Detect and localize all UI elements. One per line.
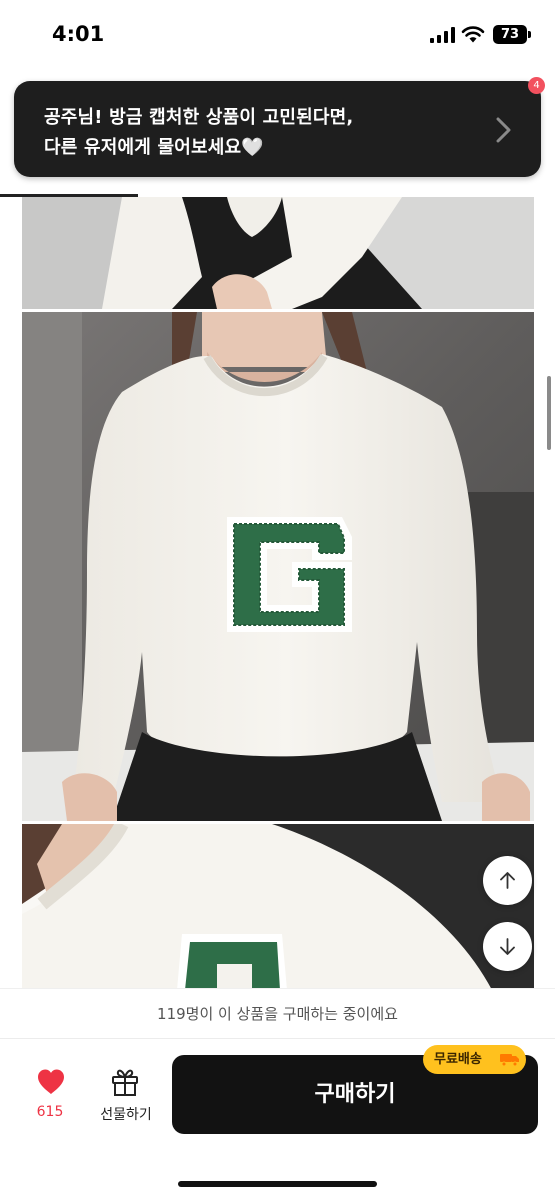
battery-icon: 73 bbox=[493, 25, 527, 44]
arrow-up-icon bbox=[500, 872, 515, 889]
sweater-photo-front-art bbox=[22, 312, 534, 821]
scroll-down-button[interactable] bbox=[483, 922, 532, 971]
battery-cap bbox=[528, 31, 531, 38]
like-count: 615 bbox=[36, 1104, 64, 1120]
sweater-photo-top[interactable] bbox=[22, 197, 534, 309]
gift-label[interactable]: 선물하기 bbox=[90, 1104, 162, 1124]
capture-toast[interactable]: 공주님! 방금 캡처한 상품이 고민된다면, 다른 유저에게 물어보세요🤍 bbox=[14, 81, 541, 177]
truck-icon bbox=[500, 1054, 519, 1067]
gift-icon[interactable] bbox=[110, 1067, 140, 1097]
sweater-photo-closeup[interactable] bbox=[22, 824, 534, 990]
free-shipping-label: 무료배송 bbox=[434, 1052, 482, 1067]
toast-message-line1: 공주님! 방금 캡처한 상품이 고민된다면, bbox=[44, 107, 354, 128]
toast-message-line2: 다른 유저에게 물어보세요🤍 bbox=[44, 137, 264, 158]
sweater-photo-front[interactable] bbox=[22, 312, 534, 821]
free-shipping-badge: 무료배송 bbox=[423, 1045, 526, 1074]
heart-icon[interactable] bbox=[36, 1068, 66, 1096]
sweater-photo-closeup-art bbox=[22, 824, 534, 990]
buying-notice-bar: 119명이 이 상품을 구매하는 중이에요 bbox=[0, 988, 555, 1038]
arrow-down-icon bbox=[500, 938, 515, 955]
scroll-up-button[interactable] bbox=[483, 856, 532, 905]
scrollbar[interactable] bbox=[547, 376, 551, 450]
home-indicator bbox=[178, 1181, 377, 1187]
chevron-right-icon[interactable] bbox=[493, 115, 515, 145]
buying-notice-text: 119명이 이 상품을 구매하는 중이에요 bbox=[157, 1005, 398, 1023]
notification-badge: 4 bbox=[528, 77, 545, 94]
wifi-icon bbox=[461, 26, 485, 43]
sweater-photo-top-art bbox=[22, 197, 534, 309]
status-time: 4:01 bbox=[52, 22, 105, 46]
status-bar: 4:01 73 bbox=[0, 0, 555, 70]
cellular-signal-icon bbox=[430, 27, 455, 43]
